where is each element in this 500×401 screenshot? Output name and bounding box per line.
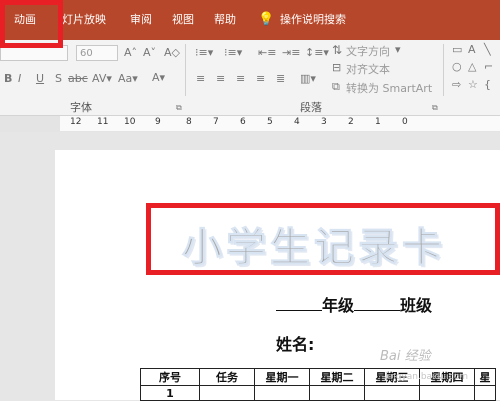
grade-class-line: 年级 班级 bbox=[276, 292, 432, 316]
italic-icon[interactable]: I bbox=[18, 72, 21, 86]
watermark-logo: Bai 经验 bbox=[380, 349, 431, 364]
char-spacing-icon[interactable]: AV▾ bbox=[92, 72, 112, 86]
ruler-tick-label: 12 bbox=[70, 117, 82, 127]
ruler-tick-label: 7 bbox=[213, 117, 219, 127]
align-text-icon[interactable]: ⊟ bbox=[332, 61, 341, 75]
columns-icon[interactable]: ▥▾ bbox=[300, 72, 316, 86]
shape-triangle-icon[interactable]: △ bbox=[468, 60, 476, 74]
shape-line-icon[interactable]: ╲ bbox=[484, 43, 491, 57]
document-page[interactable] bbox=[55, 150, 500, 400]
ruler-tick-label: 1 bbox=[375, 117, 381, 127]
convert-smartart-label[interactable]: 转换为 SmartArt bbox=[346, 80, 432, 96]
decrease-font-icon[interactable]: A˅ bbox=[143, 46, 156, 60]
tab-view[interactable]: 视图 bbox=[172, 0, 194, 40]
ruler-tick-label: 4 bbox=[294, 117, 300, 127]
shape-bracket-icon[interactable]: ⌐ bbox=[484, 60, 493, 74]
shape-arrow-icon[interactable]: ⇨ bbox=[452, 78, 461, 92]
shape-oval-icon[interactable]: ○ bbox=[452, 60, 462, 74]
shape-text-icon[interactable]: A bbox=[468, 43, 476, 57]
align-right-icon[interactable]: ≡ bbox=[236, 72, 245, 86]
clear-format-icon[interactable]: A◇ bbox=[164, 46, 180, 60]
table-header-cell: 任务 bbox=[199, 368, 255, 386]
table-cell[interactable] bbox=[474, 385, 496, 401]
divider bbox=[443, 44, 444, 96]
decrease-indent-icon[interactable]: ⇤≡ bbox=[258, 46, 276, 60]
smartart-icon[interactable]: ⧉ bbox=[332, 80, 340, 94]
bold-icon[interactable]: B bbox=[4, 72, 12, 86]
lightbulb-icon[interactable]: 💡 bbox=[258, 0, 274, 40]
tell-me-search[interactable]: 操作说明搜索 bbox=[280, 0, 346, 40]
increase-font-icon[interactable]: A˄ bbox=[124, 46, 137, 60]
ruler-tick-label: 11 bbox=[97, 117, 109, 127]
bullets-icon[interactable]: ⁝≡▾ bbox=[195, 46, 213, 60]
highlight-box bbox=[0, 0, 63, 48]
font-color-icon[interactable]: A▾ bbox=[152, 71, 165, 85]
table-cell[interactable] bbox=[199, 385, 255, 401]
paragraph-dialog-launcher-icon[interactable]: ⧉ bbox=[432, 101, 438, 115]
table-header-cell: 序号 bbox=[140, 368, 200, 386]
table-header-cell: 星期二 bbox=[309, 368, 365, 386]
table-cell[interactable] bbox=[364, 385, 420, 401]
align-text-label[interactable]: 对齐文本 bbox=[346, 61, 390, 77]
font-dialog-launcher-icon[interactable]: ⧉ bbox=[176, 101, 182, 115]
shape-star-icon[interactable]: ☆ bbox=[468, 78, 478, 92]
increase-indent-icon[interactable]: ⇥≡ bbox=[282, 46, 300, 60]
align-left-icon[interactable]: ≡ bbox=[196, 72, 205, 86]
shape-rectangle-icon[interactable]: ▭ bbox=[452, 43, 462, 57]
underline-icon[interactable]: U bbox=[36, 72, 44, 86]
table-header-cell: 星期一 bbox=[254, 368, 310, 386]
table-cell[interactable]: 1 bbox=[140, 385, 200, 401]
ruler-tick-label: 10 bbox=[124, 117, 136, 127]
tab-help[interactable]: 帮助 bbox=[214, 0, 236, 40]
distribute-icon[interactable]: ≣ bbox=[276, 72, 285, 86]
table-cell[interactable] bbox=[419, 385, 475, 401]
table-cell[interactable] bbox=[254, 385, 310, 401]
ruler-tick-label: 9 bbox=[155, 117, 161, 127]
align-center-icon[interactable]: ≡ bbox=[216, 72, 225, 86]
strikethrough-icon[interactable]: abc bbox=[68, 72, 88, 86]
table-header-cell: 星 bbox=[474, 368, 496, 386]
text-direction-label[interactable]: 文字方向 bbox=[346, 43, 390, 59]
grade-label: 年级 bbox=[322, 296, 355, 315]
paragraph-group-label: 段落 bbox=[300, 101, 322, 114]
highlight-box bbox=[146, 203, 500, 275]
table-cell[interactable] bbox=[309, 385, 365, 401]
shadow-icon[interactable]: S bbox=[55, 72, 62, 86]
class-label: 班级 bbox=[400, 296, 433, 315]
divider bbox=[185, 44, 186, 96]
chevron-down-icon: ▾ bbox=[395, 43, 401, 56]
numbering-icon[interactable]: ⁝≡▾ bbox=[224, 46, 242, 60]
ruler-tick-label: 0 bbox=[402, 117, 408, 127]
ruler-tick-label: 3 bbox=[321, 117, 327, 127]
font-size-combo[interactable]: 60 bbox=[76, 45, 118, 61]
line-spacing-icon[interactable]: ↕≡▾ bbox=[305, 46, 329, 60]
justify-icon[interactable]: ≡ bbox=[256, 72, 265, 86]
name-label: 姓名: bbox=[276, 335, 315, 354]
tab-slideshow[interactable]: 灯片放映 bbox=[62, 0, 106, 40]
text-direction-icon[interactable]: ⇅ bbox=[332, 43, 342, 57]
ruler-tick-label: 8 bbox=[186, 117, 192, 127]
ruler-tick-label: 6 bbox=[240, 117, 246, 127]
change-case-icon[interactable]: Aa▾ bbox=[118, 72, 138, 86]
table-row: 1 bbox=[140, 385, 496, 401]
watermark-url: jingyan.baidu.com bbox=[385, 372, 469, 382]
font-group-label: 字体 bbox=[70, 101, 92, 114]
ruler-tick-label: 2 bbox=[348, 117, 354, 127]
ruler-tick-label: 5 bbox=[267, 117, 273, 127]
tab-review[interactable]: 审阅 bbox=[130, 0, 152, 40]
shape-brace-icon[interactable]: { bbox=[484, 78, 491, 92]
